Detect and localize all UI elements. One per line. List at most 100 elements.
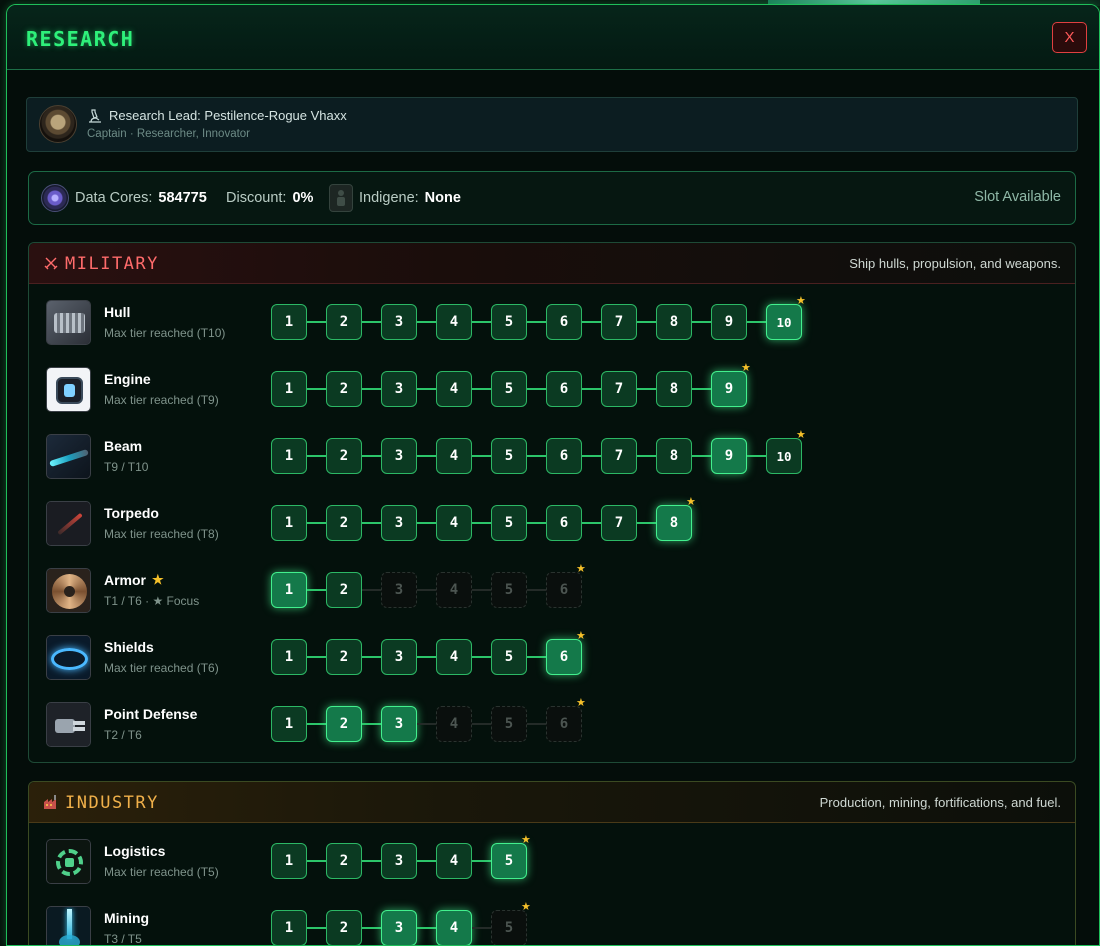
tier-5-button[interactable]: 5 <box>491 843 527 879</box>
max-tier-star-icon: ★ <box>796 294 806 307</box>
tier-1-button[interactable]: 1 <box>271 505 307 541</box>
tier-connector <box>472 522 491 524</box>
tier-7-button[interactable]: 7 <box>601 304 637 340</box>
tech-row-engine[interactable]: Engine Max tier reached (T9) 1 2 3 4 5 6 7 8 9 ★ <box>29 361 1075 417</box>
tier-connector <box>747 321 766 323</box>
tier-3-button[interactable]: 3 <box>381 706 417 742</box>
tier-5-button[interactable]: 5 <box>491 505 527 541</box>
tier-4-button[interactable]: 4 <box>436 438 472 474</box>
section-military: MILITARY Ship hulls, propulsion, and wea… <box>28 242 1076 763</box>
tech-row-hull[interactable]: Hull Max tier reached (T10) 1 2 3 4 5 6 7 8 9 10 ★ <box>29 294 1075 350</box>
tech-row-point-defense[interactable]: Point Defense T2 / T6 1 2 3 4 5 6 ★ <box>29 696 1075 752</box>
tier-connector <box>692 321 711 323</box>
tier-5-button[interactable]: 5 <box>491 371 527 407</box>
tier-connector <box>362 656 381 658</box>
tier-4-button[interactable]: 4 <box>436 843 472 879</box>
tier-1-button[interactable]: 1 <box>271 304 307 340</box>
tier-4-button[interactable]: 4 <box>436 304 472 340</box>
tier-connector <box>307 723 326 725</box>
tier-3-button[interactable]: 3 <box>381 572 417 608</box>
tier-2-button[interactable]: 2 <box>326 910 362 945</box>
tech-row-torpedo[interactable]: Torpedo Max tier reached (T8) 1 2 3 4 5 6 7 8 ★ <box>29 495 1075 551</box>
tier-1-button[interactable]: 1 <box>271 639 307 675</box>
section-header: INDUSTRY Production, mining, fortificati… <box>29 782 1075 823</box>
tier-8-button[interactable]: 8 <box>656 505 692 541</box>
tier-5-button[interactable]: 5 <box>491 304 527 340</box>
tier-4-button[interactable]: 4 <box>436 706 472 742</box>
tier-1-button[interactable]: 1 <box>271 371 307 407</box>
tier-2-button[interactable]: 2 <box>326 572 362 608</box>
tier-9-button[interactable]: 9 <box>711 304 747 340</box>
indigene[interactable]: Indigene: None <box>329 172 461 224</box>
tier-connector <box>472 455 491 457</box>
tech-row-beam[interactable]: Beam T9 / T10 1 2 3 4 5 6 7 8 9 10 ★ <box>29 428 1075 484</box>
tier-1-button[interactable]: 1 <box>271 706 307 742</box>
tier-connector <box>417 589 436 591</box>
tier-7-button[interactable]: 7 <box>601 438 637 474</box>
tier-2-button[interactable]: 2 <box>326 438 362 474</box>
tier-6-button[interactable]: 6 <box>546 304 582 340</box>
tier-6-button[interactable]: 6 <box>546 438 582 474</box>
max-tier-star-icon: ★ <box>741 361 751 374</box>
tier-2-button[interactable]: 2 <box>326 639 362 675</box>
tier-4-button[interactable]: 4 <box>436 572 472 608</box>
slot-status: Slot Available <box>974 189 1061 205</box>
tier-connector <box>362 589 381 591</box>
tier-6-button[interactable]: 6 <box>546 639 582 675</box>
tier-2-button[interactable]: 2 <box>326 505 362 541</box>
tier-connector <box>472 388 491 390</box>
tech-row-logistics[interactable]: Logistics Max tier reached (T5) 1 2 3 4 5 ★ <box>29 833 1075 889</box>
tech-name-text: Armor <box>104 572 147 588</box>
tier-5-button[interactable]: 5 <box>491 572 527 608</box>
tier-6-button[interactable]: 6 <box>546 572 582 608</box>
tier-5-button[interactable]: 5 <box>491 639 527 675</box>
tier-3-button[interactable]: 3 <box>381 438 417 474</box>
tier-1-button[interactable]: 1 <box>271 843 307 879</box>
tier-4-button[interactable]: 4 <box>436 371 472 407</box>
tech-status: T1 / T6 · ★ Focus <box>104 594 200 608</box>
tier-2-button[interactable]: 2 <box>326 706 362 742</box>
tier-10-button[interactable]: 10 <box>766 304 802 340</box>
tier-2-button[interactable]: 2 <box>326 843 362 879</box>
tier-8-button[interactable]: 8 <box>656 304 692 340</box>
tier-connector <box>417 927 436 929</box>
tier-7-button[interactable]: 7 <box>601 371 637 407</box>
close-button[interactable]: X <box>1052 22 1087 53</box>
tier-3-button[interactable]: 3 <box>381 639 417 675</box>
tier-4-button[interactable]: 4 <box>436 639 472 675</box>
tier-6-button[interactable]: 6 <box>546 706 582 742</box>
tier-6-button[interactable]: 6 <box>546 505 582 541</box>
tier-2-button[interactable]: 2 <box>326 371 362 407</box>
tech-row-shields[interactable]: Shields Max tier reached (T6) 1 2 3 4 5 6 ★ <box>29 629 1075 685</box>
tier-3-button[interactable]: 3 <box>381 910 417 945</box>
tier-8-button[interactable]: 8 <box>656 371 692 407</box>
tier-5-button[interactable]: 5 <box>491 910 527 945</box>
tier-7-button[interactable]: 7 <box>601 505 637 541</box>
title-bar: RESEARCH X <box>7 5 1099 70</box>
tech-name-text: Beam <box>104 438 143 454</box>
tier-connector <box>582 388 601 390</box>
tier-connector <box>527 656 546 658</box>
tier-2-button[interactable]: 2 <box>326 304 362 340</box>
tech-row-mining[interactable]: Mining T3 / T5 1 2 3 4 5 ★ <box>29 900 1075 945</box>
max-tier-star-icon: ★ <box>576 629 586 642</box>
tier-9-button[interactable]: 9 <box>711 371 747 407</box>
tier-3-button[interactable]: 3 <box>381 843 417 879</box>
tier-5-button[interactable]: 5 <box>491 438 527 474</box>
tier-4-button[interactable]: 4 <box>436 910 472 945</box>
tier-10-button[interactable]: 10 <box>766 438 802 474</box>
tier-5-button[interactable]: 5 <box>491 706 527 742</box>
tier-1-button[interactable]: 1 <box>271 572 307 608</box>
tier-6-button[interactable]: 6 <box>546 371 582 407</box>
research-lead-card[interactable]: Research Lead: Pestilence-Rogue Vhaxx Ca… <box>26 97 1078 152</box>
tech-row-armor[interactable]: Armor ★ T1 / T6 · ★ Focus 1 2 3 4 5 6 ★ <box>29 562 1075 618</box>
tier-3-button[interactable]: 3 <box>381 371 417 407</box>
tier-1-button[interactable]: 1 <box>271 438 307 474</box>
tier-3-button[interactable]: 3 <box>381 304 417 340</box>
tier-9-button[interactable]: 9 <box>711 438 747 474</box>
tier-1-button[interactable]: 1 <box>271 910 307 945</box>
tier-8-button[interactable]: 8 <box>656 438 692 474</box>
tier-3-button[interactable]: 3 <box>381 505 417 541</box>
tier-4-button[interactable]: 4 <box>436 505 472 541</box>
tech-status: Max tier reached (T10) <box>104 326 226 340</box>
